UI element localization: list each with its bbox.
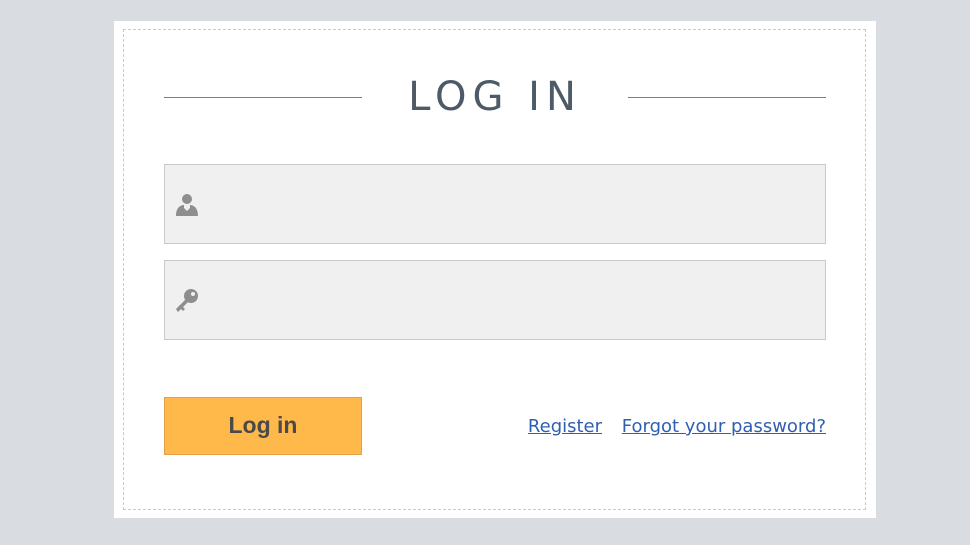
forgot-password-link[interactable]: Forgot your password? [622,416,826,437]
password-field[interactable] [164,260,826,341]
login-card: LOG IN Log in Register Forgot your passw… [114,21,876,518]
user-icon [174,191,200,217]
page-title: LOG IN [408,74,582,120]
title-row: LOG IN [164,73,826,121]
register-link[interactable]: Register [528,416,602,437]
key-icon [174,287,200,313]
title-divider-right [628,97,826,98]
password-input[interactable] [215,261,819,341]
title-divider-left [164,97,362,98]
auth-links: Register Forgot your password? [528,415,826,439]
username-field[interactable] [164,164,826,245]
login-button[interactable]: Log in [164,397,362,455]
username-input[interactable] [215,165,819,245]
